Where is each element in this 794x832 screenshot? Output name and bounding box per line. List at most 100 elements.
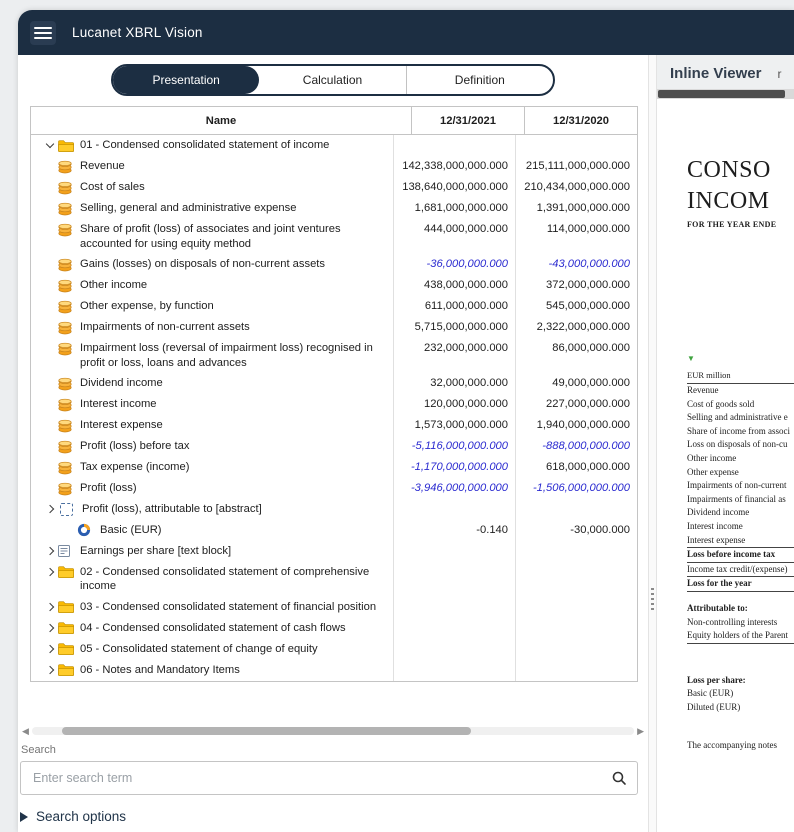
- inline-viewer-header: Inline Viewer r: [657, 55, 794, 89]
- presentation-pane: Presentation Calculation Definition Name…: [18, 55, 648, 832]
- table-row[interactable]: Tax expense (income) -1,170,000,000.000 …: [31, 457, 637, 478]
- statement-line: Interest expense: [687, 534, 794, 549]
- table-row[interactable]: Selling, general and administrative expe…: [31, 198, 637, 219]
- fact-marker-icon[interactable]: ▼: [687, 355, 794, 363]
- table-row[interactable]: Cost of sales 138,640,000,000.000 210,43…: [31, 177, 637, 198]
- statement-line: Impairments of non-current: [687, 479, 794, 493]
- inline-document: CONSO INCOM FOR THE YEAR ENDE ▼ EUR mill…: [657, 99, 794, 832]
- monetary-coins-icon: [57, 418, 75, 433]
- row-label: Profit (loss) before tax: [80, 439, 389, 454]
- value-2021: -36,000,000.000: [393, 254, 515, 275]
- table-row[interactable]: 05 - Consolidated statement of change of…: [31, 639, 637, 660]
- table-row[interactable]: Dividend income 32,000,000.000 49,000,00…: [31, 373, 637, 394]
- scroll-left-icon[interactable]: ◀: [22, 727, 29, 736]
- search-options-toggle[interactable]: Search options: [20, 809, 638, 824]
- scrollbar-thumb[interactable]: [62, 727, 471, 735]
- table-row[interactable]: Profit (loss) -3,946,000,000.000 -1,506,…: [31, 478, 637, 499]
- statement-line: Basic (EUR): [687, 687, 794, 701]
- table-row[interactable]: 01 - Condensed consolidated statement of…: [31, 135, 637, 156]
- row-label: Cost of sales: [80, 180, 389, 195]
- table-row[interactable]: Other income 438,000,000.000 372,000,000…: [31, 275, 637, 296]
- statement-line: Loss per share:: [687, 674, 794, 688]
- statement-line: Cost of goods sold: [687, 398, 794, 412]
- chevron-icon[interactable]: [43, 565, 57, 579]
- value-2021: [393, 618, 515, 639]
- search-input[interactable]: [31, 770, 611, 786]
- search-options-label: Search options: [36, 809, 126, 824]
- pane-splitter[interactable]: [648, 55, 657, 832]
- search-label: Search: [21, 744, 638, 756]
- chevron-icon[interactable]: [43, 600, 57, 614]
- viewer-horizontal-scrollbar[interactable]: [657, 89, 794, 99]
- value-2020: [515, 618, 637, 639]
- splitter-handle-icon[interactable]: [651, 588, 654, 610]
- chevron-icon[interactable]: [43, 502, 57, 516]
- app-window: Lucanet XBRL Vision Presentation Calcula…: [18, 10, 794, 832]
- statement-line: Other expense: [687, 466, 794, 480]
- tab-calculation[interactable]: Calculation: [259, 66, 405, 94]
- table-row[interactable]: Share of profit (loss) of associates and…: [31, 219, 637, 254]
- inline-viewer-partial-text: r: [777, 67, 781, 81]
- tab-presentation[interactable]: Presentation: [113, 66, 259, 94]
- horizontal-scrollbar[interactable]: ◀ ▶: [18, 724, 648, 738]
- table-row[interactable]: Gains (losses) on disposals of non-curre…: [31, 254, 637, 275]
- table-row[interactable]: Earnings per share [text block]: [31, 541, 637, 562]
- row-label: Earnings per share [text block]: [80, 544, 389, 559]
- value-2021: 142,338,000,000.000: [393, 156, 515, 177]
- value-2020: [515, 660, 637, 681]
- table-row[interactable]: 04 - Condensed consolidated statement of…: [31, 618, 637, 639]
- search-icon[interactable]: [611, 770, 627, 786]
- value-2021: 611,000,000.000: [393, 296, 515, 317]
- monetary-coins-icon: [57, 460, 75, 475]
- table-row[interactable]: 02 - Condensed consolidated statement of…: [31, 562, 637, 597]
- value-2020: 86,000,000.000: [515, 338, 637, 373]
- value-2020: 372,000,000.000: [515, 275, 637, 296]
- table-row[interactable]: Other expense, by function 611,000,000.0…: [31, 296, 637, 317]
- tab-definition[interactable]: Definition: [406, 66, 553, 94]
- inline-viewer-title: Inline Viewer: [670, 65, 761, 82]
- value-2020: [515, 562, 637, 597]
- chevron-icon[interactable]: [43, 663, 57, 677]
- statement-line: Share of income from associ: [687, 425, 794, 439]
- value-2021: 232,000,000.000: [393, 338, 515, 373]
- chevron-icon[interactable]: [43, 138, 57, 152]
- table-row[interactable]: Interest income 120,000,000.000 227,000,…: [31, 394, 637, 415]
- table-row[interactable]: 03 - Condensed consolidated statement of…: [31, 597, 637, 618]
- table-row[interactable]: Interest expense 1,573,000,000.000 1,940…: [31, 415, 637, 436]
- monetary-coins-icon: [57, 201, 75, 216]
- taxonomy-tree-table: Name 12/31/2021 12/31/2020 01 - Condense…: [30, 106, 638, 682]
- scroll-right-icon[interactable]: ▶: [637, 727, 644, 736]
- row-label: Basic (EUR): [100, 523, 389, 538]
- hamburger-menu-icon[interactable]: [30, 21, 56, 45]
- value-2020: [515, 135, 637, 156]
- viewer-scrollbar-thumb[interactable]: [658, 90, 785, 98]
- value-2021: 1,573,000,000.000: [393, 415, 515, 436]
- abstract-item-icon: [60, 503, 73, 516]
- table-row[interactable]: 06 - Notes and Mandatory Items: [31, 660, 637, 681]
- chevron-icon[interactable]: [43, 621, 57, 635]
- chevron-icon[interactable]: [43, 544, 57, 558]
- scrollbar-track[interactable]: [32, 727, 634, 735]
- chevron-icon[interactable]: [43, 642, 57, 656]
- value-2021: 1,681,000,000.000: [393, 198, 515, 219]
- table-row[interactable]: Impairment loss (reversal of impairment …: [31, 338, 637, 373]
- value-2020: [515, 541, 637, 562]
- value-2021: [393, 541, 515, 562]
- row-label: Impairments of non-current assets: [80, 320, 389, 335]
- column-header-2020: 12/31/2020: [524, 107, 637, 134]
- value-2021: 444,000,000.000: [393, 219, 515, 254]
- table-row[interactable]: Impairments of non-current assets 5,715,…: [31, 317, 637, 338]
- monetary-coins-icon: [57, 481, 75, 496]
- table-row[interactable]: Revenue 142,338,000,000.000 215,111,000,…: [31, 156, 637, 177]
- table-row[interactable]: Profit (loss) before tax -5,116,000,000.…: [31, 436, 637, 457]
- table-row[interactable]: Profit (loss), attributable to [abstract…: [31, 499, 637, 520]
- statement-line: Selling and administrative e: [687, 411, 794, 425]
- value-2021: -5,116,000,000.000: [393, 436, 515, 457]
- table-row[interactable]: Basic (EUR) -0.140 -30,000.000: [31, 520, 637, 541]
- value-2021: -1,170,000,000.000: [393, 457, 515, 478]
- row-label: Share of profit (loss) of associates and…: [80, 222, 389, 251]
- unit-header: EUR million: [687, 370, 794, 384]
- app-header: Lucanet XBRL Vision: [18, 10, 794, 55]
- value-2021: 138,640,000,000.000: [393, 177, 515, 198]
- value-2021: [393, 562, 515, 597]
